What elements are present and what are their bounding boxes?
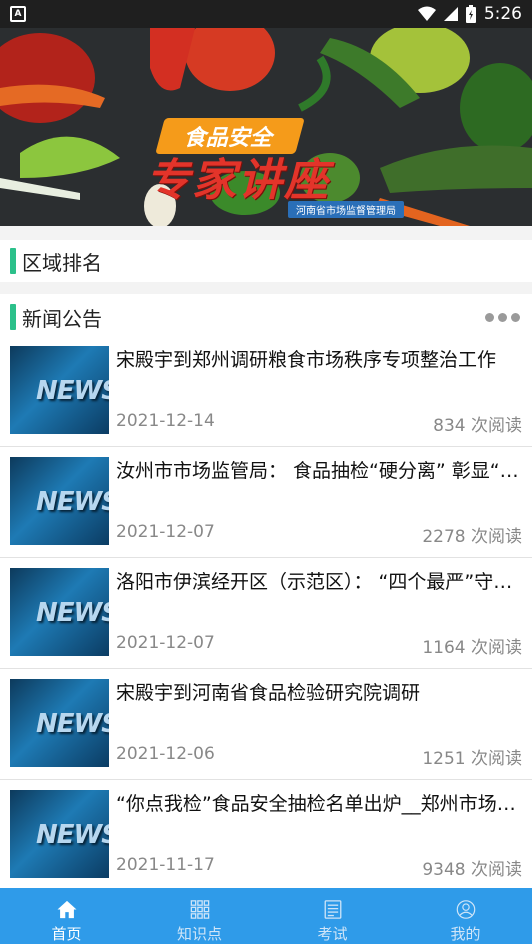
tab-mine[interactable]: 我的 [399,888,532,944]
news-thumbnail-text: NEWS [36,487,109,517]
tab-home[interactable]: 首页 [0,888,133,944]
tab-exam[interactable]: 考试 [266,888,399,944]
user-icon [456,900,475,919]
news-thumbnail: NEWS [10,457,109,545]
region-ranking-section[interactable]: 区域排名 [0,240,532,282]
news-date: 2021-11-17 [116,855,215,875]
news-thumbnail: NEWS [10,790,109,878]
battery-icon [465,5,476,23]
news-title: 宋殿宇到郑州调研粮食市场秩序专项整治工作 [116,349,497,371]
wifi-icon [417,6,436,21]
home-icon [57,900,76,919]
news-read-count: 2278 次阅读 [422,527,522,547]
news-thumbnail-text: NEWS [36,709,109,739]
news-list: NEWS 宋殿宇到郑州调研粮食市场秩序专项整治工作 2021-12-14 834 次阅… [0,336,532,891]
news-read-count: 834 次阅读 [433,416,522,436]
news-thumbnail-text: NEWS [36,820,109,850]
document-icon [324,900,341,919]
news-date: 2021-12-07 [116,633,215,653]
news-title: 宋殿宇到河南省食品检验研究院调研 [116,682,421,704]
news-title: 洛阳市伊滨经开区（示范区）： “四个最严”守护食品安全 [116,571,522,593]
tab-exam-label: 考试 [317,925,348,943]
signal-icon [443,7,458,21]
news-read-count: 9348 次阅读 [422,860,522,880]
news-read-count: 1164 次阅读 [422,638,522,658]
news-title: “你点我检”食品安全抽检名单出炉__郑州市场监管 [116,793,522,815]
news-date: 2021-12-07 [116,522,215,542]
section-accent-bar [10,304,16,330]
news-list-item[interactable]: NEWS 宋殿宇到河南省食品检验研究院调研 2021-12-06 1251 次阅读 [0,669,532,780]
news-read-count: 1251 次阅读 [422,749,522,769]
grid-icon [190,900,209,919]
tab-home-label: 首页 [51,925,82,943]
news-thumbnail-text: NEWS [36,598,109,628]
tab-knowledge[interactable]: 知识点 [133,888,266,944]
news-title: 汝州市市场监管局： 食品抽检“硬分离” 彰显“真公正” [116,460,522,482]
banner-subtitle: 河南省市场监督管理局 [288,201,404,218]
news-list-item[interactable]: NEWS 洛阳市伊滨经开区（示范区）： “四个最严”守护食品安全 2021-12-0… [0,558,532,669]
section-accent-bar [10,248,16,274]
notification-a-icon: A [10,6,26,22]
news-list-item[interactable]: NEWS 宋殿宇到郑州调研粮食市场秩序专项整治工作 2021-12-14 834 次阅… [0,336,532,447]
news-section: 新闻公告 NEWS 宋殿宇到郑州调研粮食市场秩序专项整治工作 2021-12-14 8… [0,294,532,891]
status-bar: A 5:26 [0,0,532,28]
news-date: 2021-12-14 [116,411,215,431]
news-thumbnail: NEWS [10,346,109,434]
news-list-item[interactable]: NEWS “你点我检”食品安全抽检名单出炉__郑州市场监管 2021-11-17 93… [0,780,532,891]
clock: 5:26 [483,4,522,24]
region-ranking-title: 区域排名 [22,250,102,275]
news-list-item[interactable]: NEWS 汝州市市场监管局： 食品抽检“硬分离” 彰显“真公正” 2021-12-0… [0,447,532,558]
news-date: 2021-12-06 [116,744,215,764]
news-thumbnail-text: NEWS [36,376,109,406]
tab-mine-label: 我的 [450,925,481,943]
more-icon[interactable] [485,312,520,322]
tab-knowledge-label: 知识点 [176,925,222,943]
bottom-tab-bar: 首页 知识点 考试 我的 [0,888,532,944]
news-section-title: 新闻公告 [22,306,102,331]
banner-title: 专家讲座 [146,155,330,206]
news-thumbnail: NEWS [10,568,109,656]
banner-carousel[interactable]: 食品安全 专家讲座 河南省市场监督管理局 [0,28,532,226]
news-thumbnail: NEWS [10,679,109,767]
